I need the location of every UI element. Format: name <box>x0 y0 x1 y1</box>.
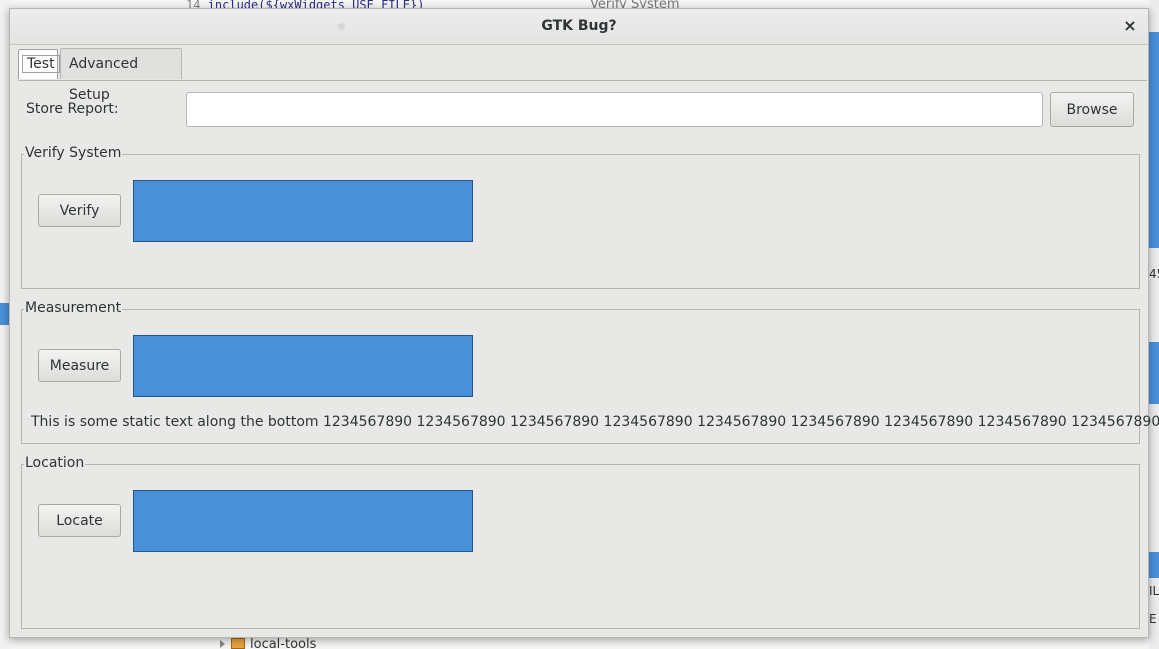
browse-button[interactable]: Browse <box>1050 92 1134 127</box>
store-report-field[interactable] <box>186 92 1043 127</box>
close-icon: × <box>1123 16 1137 35</box>
background-text: IL <box>1149 584 1159 598</box>
background-block <box>1149 552 1159 578</box>
tree-item-label: local-tools <box>250 638 317 649</box>
tab-label: Test <box>22 55 60 73</box>
verify-progress-bar <box>133 180 473 242</box>
dialog-title: GTK Bug? <box>541 18 617 34</box>
close-button[interactable]: × <box>1120 16 1140 36</box>
locate-button[interactable]: Locate <box>38 504 121 537</box>
measure-progress-bar <box>133 335 473 397</box>
location-title: Location <box>24 455 86 471</box>
dialog-window: GTK Bug? × Test Advanced Setup Store Rep… <box>9 8 1159 638</box>
folder-icon <box>231 638 245 649</box>
background-text: 45 <box>1149 267 1159 281</box>
expander-icon <box>220 640 225 648</box>
background-text: E <box>1149 612 1157 626</box>
verify-button[interactable]: Verify <box>38 194 121 227</box>
verify-system-title: Verify System <box>24 145 123 161</box>
tab-advanced-setup[interactable]: Advanced Setup <box>60 48 182 103</box>
title-bar[interactable]: GTK Bug? × <box>10 9 1148 45</box>
background-right-column: 45 IL E <box>1149 0 1159 649</box>
static-text: This is some static text along the botto… <box>31 414 1159 430</box>
measurement-title: Measurement <box>24 300 123 316</box>
background-block <box>1149 342 1159 404</box>
background-block <box>1149 32 1159 248</box>
tab-test[interactable]: Test <box>18 49 60 79</box>
background-tree-item: local-tools <box>168 638 468 649</box>
measure-button[interactable]: Measure <box>38 349 121 382</box>
locate-progress-bar <box>133 490 473 552</box>
store-report-label: Store Report: <box>26 101 119 117</box>
